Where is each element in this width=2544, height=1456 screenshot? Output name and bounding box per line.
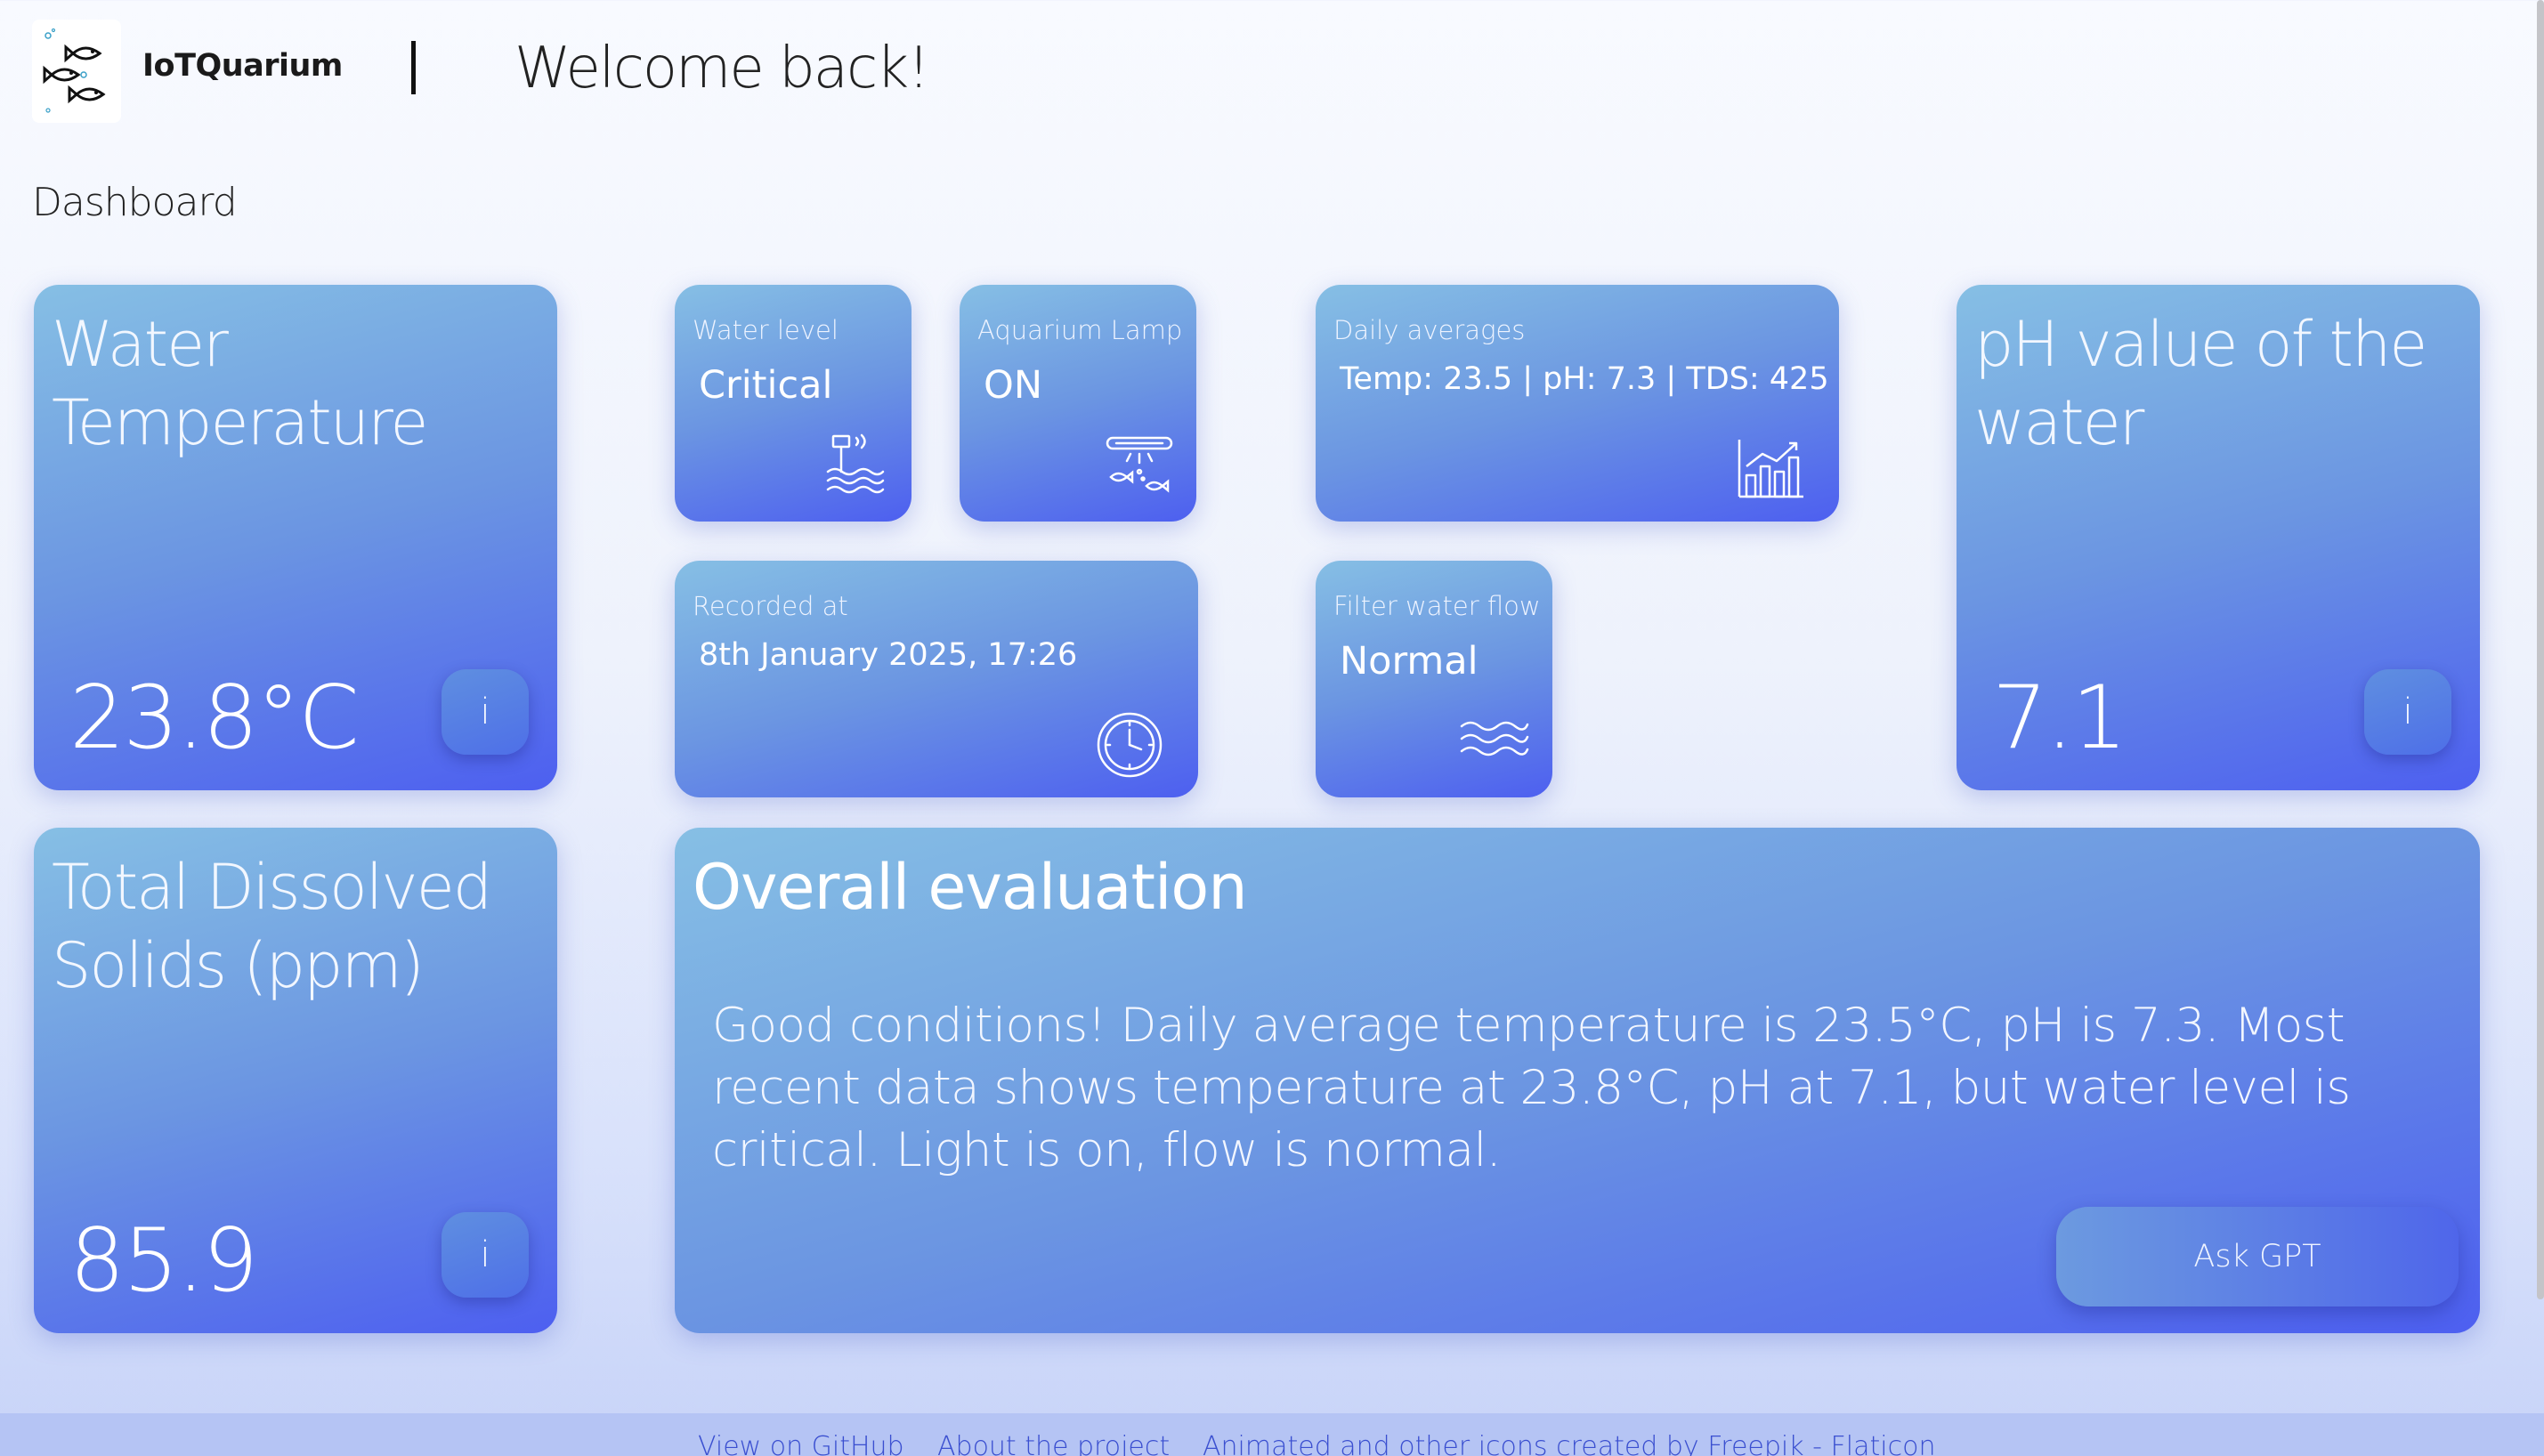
header-divider [411,41,416,94]
aquarium-lamp-icon [1106,436,1173,493]
card-label: Filter water flow [1333,591,1541,621]
page-title: Dashboard [32,180,238,225]
fish-logo-icon [43,28,106,113]
lamp-status-value: ON [984,363,1043,408]
brand-name: IoTQuarium [142,48,343,84]
ph-info-button[interactable]: i [2364,669,2451,755]
filter-flow-value: Normal [1340,639,1479,684]
ph-value: 7.1 [1992,667,2127,769]
app-logo[interactable] [32,20,121,123]
tds-card: Total Dissolved Solids (ppm) 85.9 i [34,828,557,1333]
recorded-at-value: 8th January 2025, 17:26 [699,637,1078,673]
water-level-sensor-icon [826,433,885,494]
card-label: Recorded at [693,591,848,621]
temperature-value: 23.8°C [69,667,360,769]
about-project-link[interactable]: About the project [937,1431,1170,1456]
water-waves-icon [1460,721,1529,756]
welcome-heading: Welcome back! [514,36,930,101]
card-title: Total Dissolved Solids (ppm) [52,851,492,1002]
overall-evaluation-card: Overall evaluation Good conditions! Dail… [675,828,2480,1333]
tds-info-button[interactable]: i [442,1212,529,1298]
water-temperature-card: Water Temperature 23.8°C i [34,285,557,790]
ph-card: pH value of the water 7.1 i [1957,285,2480,790]
daily-averages-card: Daily averages Temp: 23.5 | pH: 7.3 | TD… [1316,285,1839,522]
filter-flow-card: Filter water flow Normal [1316,561,1552,797]
tds-value: 85.9 [69,1210,258,1312]
water-level-value: Critical [699,363,833,408]
card-label: Aquarium Lamp [977,315,1183,345]
bar-chart-icon [1738,440,1803,498]
evaluation-title: Overall evaluation [693,851,1248,924]
evaluation-text: Good conditions! Daily average temperatu… [712,999,2351,1177]
card-title: Water Temperature [52,308,428,459]
card-title: pH value of the water [1974,308,2427,459]
recorded-at-card: Recorded at 8th January 2025, 17:26 [675,561,1198,797]
card-label: Daily averages [1333,315,1526,345]
footer: View on GitHub About the project Animate… [0,1413,2544,1456]
daily-averages-value: Temp: 23.5 | pH: 7.3 | TDS: 425 [1340,361,1829,397]
github-link[interactable]: View on GitHub [698,1431,904,1456]
icon-credits-link[interactable]: Animated and other icons created by Free… [1203,1431,1935,1456]
clock-icon [1097,712,1163,778]
temperature-info-button[interactable]: i [442,669,529,755]
aquarium-lamp-card: Aquarium Lamp ON [960,285,1196,522]
card-label: Water level [693,315,839,345]
page-scrollbar[interactable] [2537,0,2544,1299]
water-level-card: Water level Critical [675,285,911,522]
ask-gpt-button[interactable]: Ask GPT [2056,1207,2459,1306]
